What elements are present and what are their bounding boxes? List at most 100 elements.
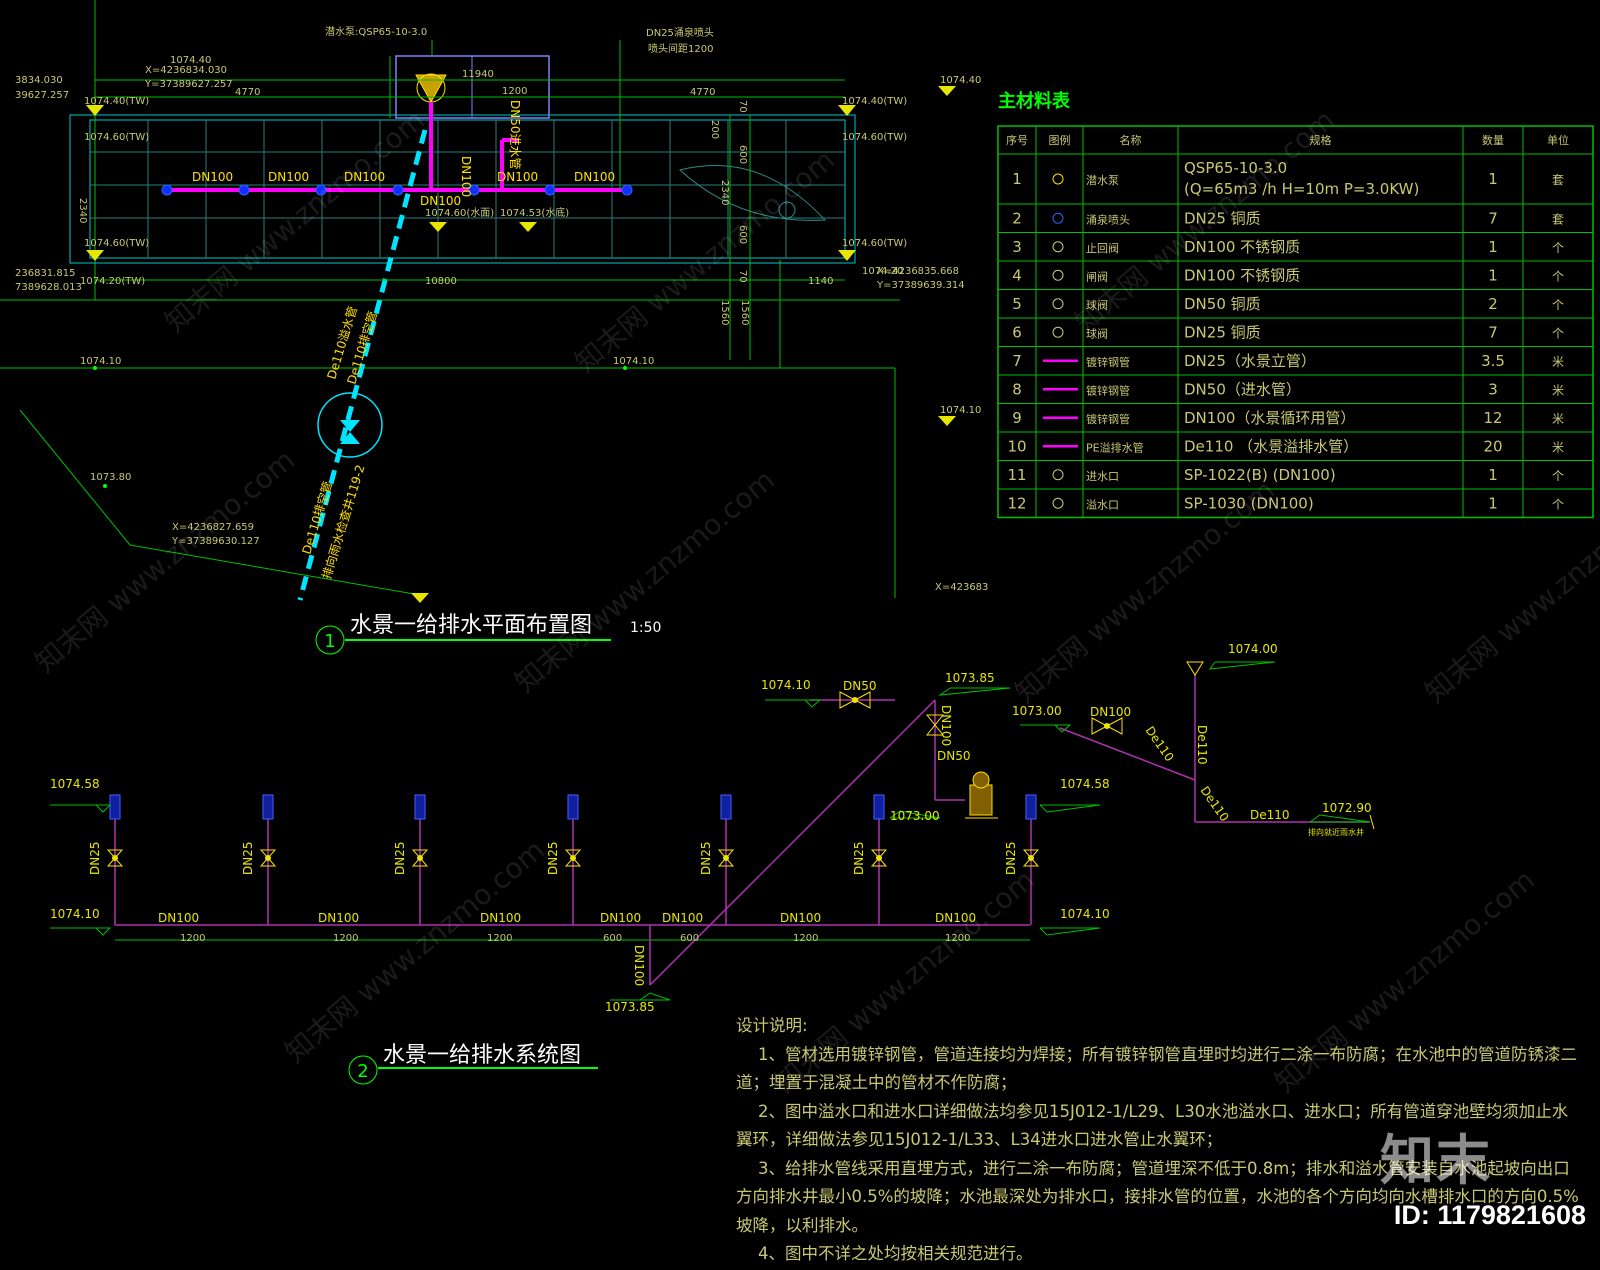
dim-600a: 600	[737, 145, 748, 164]
level-text: 1074.40(TW)	[842, 96, 907, 107]
system-valves	[106, 691, 1123, 867]
row-number: 10	[1007, 437, 1026, 455]
material-spec: DN100（水景循环用管）	[1184, 409, 1355, 427]
level-text: 1074.58	[1060, 777, 1110, 791]
plan-index: 1	[324, 631, 335, 652]
level-text: 1074.40(TW)	[84, 96, 149, 107]
row-number: 4	[1012, 266, 1022, 284]
row-number: 8	[1012, 380, 1022, 398]
dim-bottom: 10800	[425, 276, 457, 287]
material-unit: 个	[1552, 241, 1564, 255]
pipe-label: DN100	[420, 194, 461, 208]
nozzle-icon	[567, 794, 579, 820]
spacing-label: 1200	[333, 933, 358, 944]
spacing-label: 1200	[180, 933, 205, 944]
riser-label: DN25	[699, 842, 713, 876]
id-label: ID: 1179821608	[1393, 1200, 1586, 1230]
system-view	[50, 661, 1375, 1001]
legend-icon	[1052, 173, 1064, 185]
dim-70b: 70	[737, 270, 748, 283]
system-level-markers	[50, 661, 1371, 1001]
level-marker-icon	[1039, 804, 1101, 813]
legend-icon	[1052, 212, 1064, 224]
system-title-text: 水景一给排水系统图	[383, 1043, 581, 1068]
coord-text: 3834.030	[15, 75, 63, 86]
row-number: 3	[1012, 238, 1022, 256]
coord-text: 236831.815	[15, 268, 75, 279]
legend-icon	[1052, 497, 1064, 509]
material-qty: 3.5	[1481, 352, 1505, 370]
legend-icon	[1052, 326, 1064, 338]
material-qty: 20	[1483, 437, 1502, 455]
row-number: 1	[1012, 170, 1022, 188]
level-text: 1073.85	[605, 1000, 655, 1014]
material-name: 潜水泵	[1086, 173, 1119, 187]
material-unit: 个	[1552, 326, 1564, 340]
material-unit: 个	[1552, 469, 1564, 483]
riser-label: DN25	[88, 842, 102, 876]
nozzle-icon	[262, 794, 274, 820]
pump-label: 潜水泵:QSP65-10-3.0	[325, 25, 427, 38]
plan-view	[0, 0, 956, 603]
nozzle-icon	[392, 184, 404, 196]
riser-label: DN25	[241, 842, 255, 876]
row-number: 12	[1007, 494, 1026, 512]
system-pump-icon	[965, 771, 998, 819]
drain-label: 排向雨水检查井119-2	[319, 463, 368, 581]
pipe-label: De110	[1250, 808, 1290, 822]
level-text: 1074.60(TW)	[842, 132, 907, 143]
level-marker-icon	[938, 687, 1011, 696]
level-text: 1073.00	[890, 809, 940, 823]
material-qty: 7	[1488, 209, 1498, 227]
level-marker-icon	[938, 416, 956, 426]
level-marker-icon	[86, 250, 104, 261]
level-text: 1074.60(TW)	[84, 238, 149, 249]
level-marker-icon	[1309, 814, 1371, 823]
level-text: 1074.60(TW)	[842, 238, 907, 249]
material-qty: 7	[1488, 323, 1498, 341]
material-spec: DN50 铜质	[1184, 295, 1261, 313]
material-spec: DN50（进水管）	[1184, 380, 1301, 398]
pipe-label: DN100	[574, 170, 615, 184]
level-marker-icon	[519, 222, 537, 232]
material-unit: 米	[1552, 383, 1564, 397]
material-qty: 1	[1488, 494, 1498, 512]
material-qty: 2	[1488, 295, 1498, 313]
dim-200: 200	[709, 120, 720, 139]
pipe-label: DN100	[497, 170, 538, 184]
level-text: 1074.58	[50, 777, 100, 791]
table-header: 图例	[1049, 133, 1071, 147]
dim-left: 4770	[235, 87, 260, 98]
coord-text: 7389628.013	[15, 282, 82, 293]
inlet-label: DN50进水管	[508, 100, 523, 170]
spacing-label: 1200	[793, 933, 818, 944]
level-text: 1074.60(水面)	[425, 207, 494, 219]
level-text: 1073.85	[945, 671, 995, 685]
material-qty: 1	[1488, 238, 1498, 256]
nozzle-icon	[621, 184, 633, 196]
material-qty: 1	[1488, 170, 1498, 188]
level-text: 1074.10	[1060, 907, 1110, 921]
row-number: 9	[1012, 409, 1022, 427]
coord-text: 39627.257	[15, 90, 69, 101]
row-number: 6	[1012, 323, 1022, 341]
outfall-mark	[1369, 814, 1375, 830]
pipe-label: DN100	[192, 170, 233, 184]
level-text: 1074.20(TW)	[80, 276, 145, 287]
level-text: 1074.10	[940, 405, 981, 416]
coord-text: X=4236834.030	[145, 65, 227, 76]
site-point	[103, 484, 107, 488]
level-text: 1074.10	[50, 907, 100, 921]
level-text: 1072.90	[1322, 801, 1372, 815]
material-unit: 套	[1552, 212, 1564, 226]
dim-inner: 1200	[502, 86, 527, 97]
pipe-label: DN50	[843, 679, 877, 693]
pipe-label: DN100	[632, 945, 646, 986]
level-marker-icon	[50, 804, 112, 813]
pipe-label: DN50	[937, 749, 971, 763]
material-name: PE溢排水管	[1086, 440, 1144, 454]
table-header: 单位	[1547, 133, 1569, 147]
material-unit: 个	[1552, 298, 1564, 312]
materials-title: 主材料表	[998, 90, 1071, 112]
riser-label: DN25	[393, 842, 407, 876]
